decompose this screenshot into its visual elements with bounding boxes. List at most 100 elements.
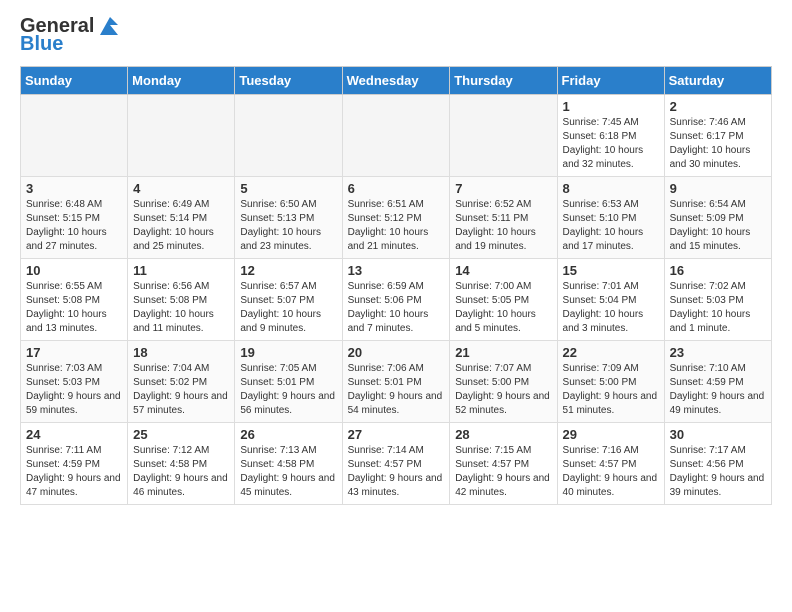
- weekday-header-friday: Friday: [557, 67, 664, 95]
- day-cell: [21, 95, 128, 177]
- day-info: Sunrise: 7:04 AMSunset: 5:02 PMDaylight:…: [133, 362, 229, 418]
- day-info: Sunrise: 7:09 AMSunset: 5:00 PMDaylight:…: [563, 362, 659, 418]
- week-row-4: 17 Sunrise: 7:03 AMSunset: 5:03 PMDayligh…: [21, 341, 772, 423]
- day-cell: 8Sunrise: 6:53 AMSunset: 5:10 PMDaylight…: [557, 177, 664, 259]
- logo-icon: [96, 17, 118, 35]
- day-cell: 20Sunrise: 7:06 AMSunset: 5:01 PMDayligh…: [342, 341, 450, 423]
- day-number: 15: [563, 263, 659, 278]
- day-info: Sunrise: 6:55 AMSunset: 5:08 PMDaylight:…: [26, 280, 122, 336]
- day-cell: 28 Sunrise: 7:15 AMSunset: 4:57 PMDayligh…: [450, 423, 557, 505]
- week-row-2: 3 Sunrise: 6:48 AMSunset: 5:15 PMDaylight…: [21, 177, 772, 259]
- day-number: 1: [563, 99, 659, 114]
- day-number: 5: [240, 181, 336, 196]
- day-number: 23: [670, 345, 766, 360]
- day-number: 30: [670, 427, 766, 442]
- day-info: Sunrise: 7:17 AMSunset: 4:56 PMDaylight:…: [670, 444, 766, 500]
- day-cell: 29 Sunrise: 7:16 AMSunset: 4:57 PMDayligh…: [557, 423, 664, 505]
- day-info: Sunrise: 7:14 AMSunset: 4:57 PMDaylight:…: [348, 444, 445, 500]
- day-number: 29: [563, 427, 659, 442]
- day-info: Sunrise: 7:03 AMSunset: 5:03 PMDaylight:…: [26, 362, 122, 418]
- day-cell: 26 Sunrise: 7:13 AMSunset: 4:58 PMDayligh…: [235, 423, 342, 505]
- day-cell: 27 Sunrise: 7:14 AMSunset: 4:57 PMDayligh…: [342, 423, 450, 505]
- day-cell: 1 Sunrise: 7:45 AMSunset: 6:18 PMDaylight…: [557, 95, 664, 177]
- day-number: 28: [455, 427, 551, 442]
- weekday-header-tuesday: Tuesday: [235, 67, 342, 95]
- weekday-header-saturday: Saturday: [664, 67, 771, 95]
- day-info: Sunrise: 6:59 AMSunset: 5:06 PMDaylight:…: [348, 280, 445, 336]
- day-info: Sunrise: 6:48 AMSunset: 5:15 PMDaylight:…: [26, 198, 122, 254]
- day-info: Sunrise: 7:46 AMSunset: 6:17 PMDaylight:…: [670, 116, 766, 172]
- weekday-header-sunday: Sunday: [21, 67, 128, 95]
- day-cell: 2 Sunrise: 7:46 AMSunset: 6:17 PMDaylight…: [664, 95, 771, 177]
- day-info: Sunrise: 6:56 AMSunset: 5:08 PMDaylight:…: [133, 280, 229, 336]
- day-number: 3: [26, 181, 122, 196]
- page: General Blue SundayMondayTuesdayWednesda…: [0, 0, 792, 521]
- day-info: Sunrise: 7:16 AMSunset: 4:57 PMDaylight:…: [563, 444, 659, 500]
- day-cell: 23Sunrise: 7:10 AMSunset: 4:59 PMDayligh…: [664, 341, 771, 423]
- day-info: Sunrise: 6:52 AMSunset: 5:11 PMDaylight:…: [455, 198, 551, 254]
- day-cell: 7 Sunrise: 6:52 AMSunset: 5:11 PMDaylight…: [450, 177, 557, 259]
- day-info: Sunrise: 7:13 AMSunset: 4:58 PMDaylight:…: [240, 444, 336, 500]
- logo: General Blue: [20, 16, 118, 54]
- calendar: SundayMondayTuesdayWednesdayThursdayFrid…: [20, 66, 772, 505]
- day-cell: 16 Sunrise: 7:02 AMSunset: 5:03 PMDayligh…: [664, 259, 771, 341]
- header: General Blue: [20, 16, 772, 54]
- day-info: Sunrise: 7:15 AMSunset: 4:57 PMDaylight:…: [455, 444, 551, 500]
- day-info: Sunrise: 6:51 AMSunset: 5:12 PMDaylight:…: [348, 198, 445, 254]
- day-cell: 13 Sunrise: 6:59 AMSunset: 5:06 PMDayligh…: [342, 259, 450, 341]
- day-number: 7: [455, 181, 551, 196]
- day-number: 25: [133, 427, 229, 442]
- day-info: Sunrise: 7:00 AMSunset: 5:05 PMDaylight:…: [455, 280, 551, 336]
- day-info: Sunrise: 6:53 AMSunset: 5:10 PMDaylight:…: [563, 198, 659, 254]
- weekday-header-wednesday: Wednesday: [342, 67, 450, 95]
- day-info: Sunrise: 6:49 AMSunset: 5:14 PMDaylight:…: [133, 198, 229, 254]
- week-row-1: 1 Sunrise: 7:45 AMSunset: 6:18 PMDaylight…: [21, 95, 772, 177]
- day-number: 11: [133, 263, 229, 278]
- weekday-header-monday: Monday: [128, 67, 235, 95]
- day-cell: 10 Sunrise: 6:55 AMSunset: 5:08 PMDayligh…: [21, 259, 128, 341]
- calendar-header-row: SundayMondayTuesdayWednesdayThursdayFrid…: [21, 67, 772, 95]
- day-number: 22: [563, 345, 659, 360]
- day-number: 2: [670, 99, 766, 114]
- day-cell: 9 Sunrise: 6:54 AMSunset: 5:09 PMDaylight…: [664, 177, 771, 259]
- day-cell: 12 Sunrise: 6:57 AMSunset: 5:07 PMDayligh…: [235, 259, 342, 341]
- day-cell: 24 Sunrise: 7:11 AMSunset: 4:59 PMDayligh…: [21, 423, 128, 505]
- day-number: 24: [26, 427, 122, 442]
- day-cell: 4 Sunrise: 6:49 AMSunset: 5:14 PMDaylight…: [128, 177, 235, 259]
- day-cell: 18 Sunrise: 7:04 AMSunset: 5:02 PMDayligh…: [128, 341, 235, 423]
- day-info: Sunrise: 7:05 AMSunset: 5:01 PMDaylight:…: [240, 362, 336, 418]
- day-number: 18: [133, 345, 229, 360]
- day-info: Sunrise: 7:01 AMSunset: 5:04 PMDaylight:…: [563, 280, 659, 336]
- day-number: 4: [133, 181, 229, 196]
- day-cell: 21Sunrise: 7:07 AMSunset: 5:00 PMDayligh…: [450, 341, 557, 423]
- day-number: 9: [670, 181, 766, 196]
- day-number: 16: [670, 263, 766, 278]
- day-number: 26: [240, 427, 336, 442]
- day-cell: 22 Sunrise: 7:09 AMSunset: 5:00 PMDayligh…: [557, 341, 664, 423]
- day-cell: [342, 95, 450, 177]
- day-number: 6: [348, 181, 445, 196]
- day-info: Sunrise: 6:57 AMSunset: 5:07 PMDaylight:…: [240, 280, 336, 336]
- day-info: Sunrise: 7:12 AMSunset: 4:58 PMDaylight:…: [133, 444, 229, 500]
- day-cell: 25 Sunrise: 7:12 AMSunset: 4:58 PMDayligh…: [128, 423, 235, 505]
- day-info: Sunrise: 6:54 AMSunset: 5:09 PMDaylight:…: [670, 198, 766, 254]
- day-number: 21: [455, 345, 551, 360]
- day-number: 27: [348, 427, 445, 442]
- day-number: 12: [240, 263, 336, 278]
- day-number: 17: [26, 345, 122, 360]
- day-number: 13: [348, 263, 445, 278]
- weekday-header-thursday: Thursday: [450, 67, 557, 95]
- day-cell: [235, 95, 342, 177]
- day-cell: 11 Sunrise: 6:56 AMSunset: 5:08 PMDayligh…: [128, 259, 235, 341]
- logo-blue: Blue: [20, 34, 63, 54]
- day-number: 10: [26, 263, 122, 278]
- day-info: Sunrise: 7:02 AMSunset: 5:03 PMDaylight:…: [670, 280, 766, 336]
- day-cell: [128, 95, 235, 177]
- week-row-5: 24 Sunrise: 7:11 AMSunset: 4:59 PMDayligh…: [21, 423, 772, 505]
- day-info: Sunrise: 7:11 AMSunset: 4:59 PMDaylight:…: [26, 444, 122, 500]
- day-cell: 15 Sunrise: 7:01 AMSunset: 5:04 PMDayligh…: [557, 259, 664, 341]
- day-cell: 5Sunrise: 6:50 AMSunset: 5:13 PMDaylight…: [235, 177, 342, 259]
- day-info: Sunrise: 7:45 AMSunset: 6:18 PMDaylight:…: [563, 116, 659, 172]
- day-cell: [450, 95, 557, 177]
- day-cell: 14Sunrise: 7:00 AMSunset: 5:05 PMDayligh…: [450, 259, 557, 341]
